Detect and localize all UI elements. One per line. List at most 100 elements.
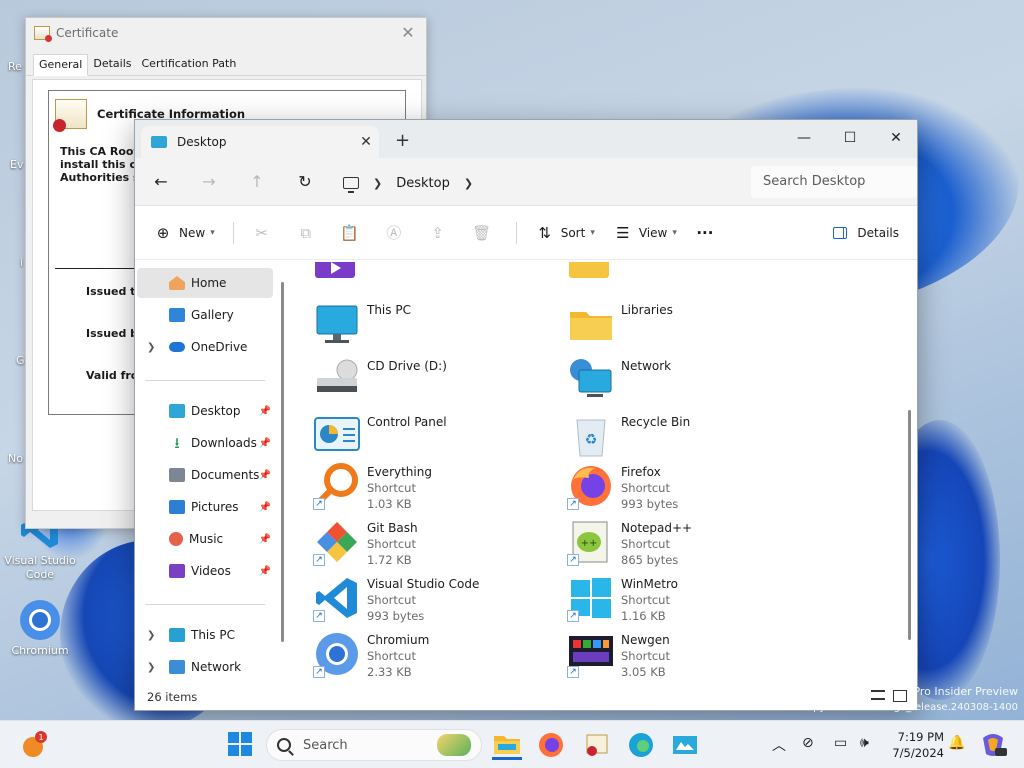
volume-icon[interactable]: 🕪	[860, 735, 869, 751]
display-icon[interactable]: ▭	[834, 735, 847, 751]
up-icon[interactable]: ↑	[243, 170, 271, 194]
chevron-right-icon[interactable]: ❯	[464, 177, 473, 190]
new-button[interactable]: ⊕ New ▾	[153, 218, 215, 248]
taskbar-search[interactable]: Search	[266, 729, 482, 761]
nav-item-pictures[interactable]: Pictures 📌	[137, 492, 273, 522]
tab-certification-path[interactable]: Certification Path	[137, 54, 242, 75]
tab-details[interactable]: Details	[88, 54, 136, 75]
breadcrumb[interactable]: ❯ Desktop ❯	[343, 171, 487, 195]
copilot-icon[interactable]	[978, 730, 1008, 760]
more-options-button[interactable]: ···	[695, 218, 721, 248]
scissors-icon: ✂	[255, 223, 268, 242]
certificate-taskbar-icon[interactable]	[582, 730, 612, 760]
search-input[interactable]: Search Desktop	[751, 166, 917, 198]
close-icon[interactable]: ✕	[398, 23, 418, 43]
minimize-icon[interactable]: —	[781, 124, 827, 152]
explorer-titlebar[interactable]: Desktop ✕ + — ☐ ✕	[135, 120, 917, 158]
paste-button[interactable]: 📋	[340, 218, 366, 248]
desktop-label-partial[interactable]: Re	[8, 60, 22, 73]
git-bash-icon: ↗	[313, 518, 361, 566]
nav-item-desktop[interactable]: Desktop 📌	[137, 396, 273, 426]
paste-icon: 📋	[340, 223, 360, 242]
tab-desktop[interactable]: Desktop ✕	[141, 126, 379, 158]
cut-button[interactable]: ✂	[252, 218, 278, 248]
file-item-firefox[interactable]: ↗ Firefox Shortcut 993 bytes	[567, 462, 807, 516]
sort-button[interactable]: ⇅ Sort ▾	[535, 218, 594, 248]
desktop-label-partial[interactable]: No	[8, 452, 23, 465]
close-window-icon[interactable]: ✕	[873, 124, 917, 152]
chevron-right-icon[interactable]: ❯	[373, 177, 382, 190]
file-item-git-bash[interactable]: ↗ Git Bash Shortcut 1.72 KB	[313, 518, 553, 572]
firefox-taskbar-icon[interactable]	[536, 730, 566, 760]
file-item-newgen[interactable]: ↗ Newgen Shortcut 3.05 KB	[567, 630, 807, 684]
rename-button[interactable]: Ⓐ	[384, 218, 410, 248]
nav-scrollbar[interactable]	[281, 282, 284, 642]
start-button[interactable]	[226, 730, 256, 760]
desktop-label-partial[interactable]: Ev	[10, 158, 23, 171]
nav-item-this-pc[interactable]: ❯ This PC	[137, 620, 273, 650]
nav-item-documents[interactable]: Documents 📌	[137, 460, 273, 490]
delete-button[interactable]: 🗑	[472, 218, 498, 248]
file-item-winmetro[interactable]: ↗ WinMetro Shortcut 1.16 KB	[567, 574, 807, 628]
shortcut-arrow-icon: ↗	[567, 666, 579, 678]
file-item-vscode[interactable]: ↗ Visual Studio Code Shortcut 993 bytes	[313, 574, 553, 628]
chevron-right-icon[interactable]: ❯	[147, 342, 155, 353]
file-item-this-pc[interactable]: This PC	[313, 300, 553, 354]
copy-button[interactable]: ⧉	[296, 218, 322, 248]
download-icon: ⭳	[174, 434, 180, 452]
desktop-label-partial[interactable]: G	[16, 354, 25, 367]
everything-icon: ↗	[313, 462, 361, 510]
certificate-warning: This CA Root install this ce Authorities…	[60, 145, 145, 184]
nav-item-music[interactable]: Music 📌	[137, 524, 273, 554]
chevron-right-icon[interactable]: ❯	[147, 662, 155, 673]
back-icon[interactable]: ←	[147, 170, 175, 194]
nav-item-gallery[interactable]: Gallery	[137, 300, 273, 330]
computer-icon[interactable]	[343, 177, 359, 193]
notification-bell-icon[interactable]: 🔔	[948, 735, 965, 751]
content-scrollbar[interactable]	[908, 410, 911, 640]
certificate-titlebar[interactable]: Certificate	[26, 18, 426, 48]
file-item-everything[interactable]: ↗ Everything Shortcut 1.03 KB	[313, 462, 553, 516]
vscode-icon: ↗	[313, 574, 361, 622]
file-item-network[interactable]: Network	[567, 356, 807, 410]
view-button[interactable]: ☰ View ▾	[613, 218, 677, 248]
file-item-libraries[interactable]: Libraries	[567, 300, 807, 354]
share-button[interactable]: ⇪	[428, 218, 454, 248]
file-item-notepad-plus[interactable]: ++ ↗ Notepad++ Shortcut 865 bytes	[567, 518, 807, 572]
nav-item-network[interactable]: ❯ Network	[137, 652, 273, 682]
pin-icon[interactable]: 📌	[259, 406, 271, 417]
pin-icon[interactable]: 📌	[259, 534, 271, 545]
desktop-icon-chromium[interactable]: Chromium	[2, 598, 78, 657]
pin-icon[interactable]: 📌	[259, 566, 271, 577]
details-button[interactable]: Details	[833, 218, 899, 248]
file-explorer-taskbar-icon[interactable]	[492, 730, 522, 760]
nav-item-downloads[interactable]: ⭳ Downloads 📌	[137, 428, 273, 458]
maximize-icon[interactable]: ☐	[827, 124, 873, 152]
desktop-label-partial[interactable]: i	[20, 256, 23, 269]
refresh-icon[interactable]: ↻	[291, 170, 319, 194]
network-status-icon[interactable]: ⊘	[802, 735, 814, 751]
tab-general[interactable]: General	[33, 54, 89, 76]
close-tab-icon[interactable]: ✕	[353, 134, 379, 150]
forward-icon[interactable]: →	[195, 170, 223, 194]
file-item-cd-drive[interactable]: CD Drive (D:)	[313, 356, 553, 410]
new-tab-icon[interactable]: +	[395, 130, 410, 151]
file-item-recycle-bin[interactable]: ♻ Recycle Bin	[567, 412, 807, 466]
pin-icon[interactable]: 📌	[259, 438, 271, 449]
pin-icon[interactable]: 📌	[259, 470, 271, 481]
chevron-right-icon[interactable]: ❯	[147, 630, 155, 641]
store-taskbar-icon[interactable]	[670, 730, 700, 760]
shortcut-arrow-icon: ↗	[567, 554, 579, 566]
edge-taskbar-icon[interactable]	[626, 730, 656, 760]
file-item-chromium[interactable]: ↗ Chromium Shortcut 2.33 KB	[313, 630, 553, 684]
pin-icon[interactable]: 📌	[259, 502, 271, 513]
nav-item-onedrive[interactable]: ❯ OneDrive	[137, 332, 273, 362]
breadcrumb-desktop[interactable]: Desktop	[396, 176, 450, 191]
weather-widget-icon[interactable]: 1	[20, 730, 50, 760]
nav-item-home[interactable]: Home	[137, 268, 273, 298]
nav-item-videos[interactable]: Videos 📌	[137, 556, 273, 586]
chevron-up-icon[interactable]: ︿	[772, 735, 786, 755]
clock[interactable]: 7:19 PM 7/5/2024	[888, 729, 944, 761]
details-pane-icon	[833, 227, 848, 239]
file-item-control-panel[interactable]: Control Panel	[313, 412, 553, 466]
